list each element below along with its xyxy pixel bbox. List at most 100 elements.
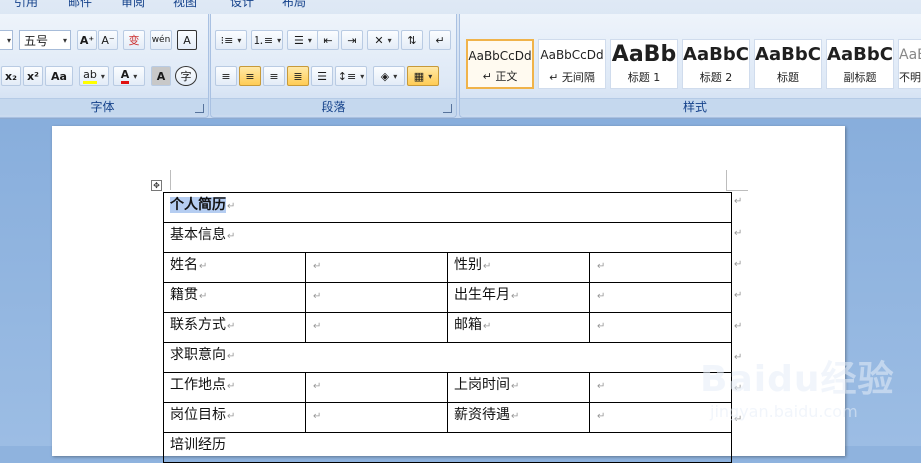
row-end-mark: ↵ bbox=[734, 259, 743, 270]
align-right-icon: ≡ bbox=[269, 69, 279, 83]
tab-design[interactable]: 设计 bbox=[230, 0, 254, 10]
chinese-layout-button[interactable]: ✕ ▾ bbox=[367, 30, 399, 50]
table-cell[interactable]: 工作地点↵ bbox=[163, 372, 306, 403]
table-cell[interactable]: 姓名↵ bbox=[163, 252, 306, 283]
style-heading-1[interactable]: AaBb 标题 1 bbox=[610, 39, 678, 89]
paragraph-mark: ↵ bbox=[227, 381, 236, 392]
shrink-font-button[interactable]: A⁻ bbox=[98, 30, 118, 50]
style-title[interactable]: AaBbC 标题 bbox=[754, 39, 822, 89]
style-normal[interactable]: AaBbCcDd ↵ 正文 bbox=[466, 39, 534, 89]
table-cell[interactable]: 求职意向↵ bbox=[163, 342, 732, 373]
table-cell[interactable]: ↵ bbox=[305, 282, 448, 313]
table-cell[interactable]: ↵ bbox=[589, 282, 732, 313]
table-cell-title[interactable]: 个人简历↵ bbox=[163, 192, 732, 223]
table-cell[interactable]: 出生年月↵ bbox=[447, 282, 590, 313]
style-sample: AaBbC bbox=[755, 44, 821, 65]
highlight-color-button[interactable]: ab ▾ bbox=[79, 66, 109, 86]
font-dialog-launcher[interactable] bbox=[195, 104, 204, 113]
bullets-button[interactable]: ⁝≡ ▾ bbox=[215, 30, 247, 50]
style-name: ↵ 正文 bbox=[482, 70, 518, 83]
line-spacing-button[interactable]: ↕≡ ▾ bbox=[335, 66, 367, 86]
styles-group: AaBbCcDd ↵ 正文 AaBbCcDd ↵ 无间隔 AaBb 标题 1 A… bbox=[459, 14, 921, 118]
label-contact: 联系方式 bbox=[170, 317, 226, 333]
show-marks-button[interactable]: ↵ bbox=[429, 30, 451, 50]
table-cell[interactable]: ↵ bbox=[305, 252, 448, 283]
decrease-indent-button[interactable]: ⇤ bbox=[317, 30, 339, 50]
increase-indent-icon: ⇥ bbox=[347, 33, 357, 47]
paragraph-group-label: 段落 bbox=[211, 98, 456, 115]
align-center-button[interactable]: ≡ bbox=[239, 66, 261, 86]
table-cell[interactable]: 薪资待遇↵ bbox=[447, 402, 590, 433]
table-cell[interactable]: 籍贯↵ bbox=[163, 282, 306, 313]
subscript-button[interactable]: x₂ bbox=[1, 66, 21, 86]
style-no-spacing[interactable]: AaBbCcDd ↵ 无间隔 bbox=[538, 39, 606, 89]
paragraph-mark: ↵ bbox=[313, 321, 322, 332]
tab-mailings[interactable]: 邮件 bbox=[68, 0, 92, 10]
align-right-button[interactable]: ≡ bbox=[263, 66, 285, 86]
change-case-button[interactable]: Aa bbox=[45, 66, 73, 86]
align-left-button[interactable]: ≡ bbox=[215, 66, 237, 86]
table-cell[interactable]: ↵ bbox=[305, 312, 448, 343]
numbering-button[interactable]: ⒈≡ ▾ bbox=[251, 30, 283, 50]
justify-button[interactable]: ≣ bbox=[287, 66, 309, 86]
table-cell[interactable]: ↵ bbox=[589, 312, 732, 343]
table-row: 求职意向↵ bbox=[163, 342, 732, 373]
style-subtitle[interactable]: AaBbC 副标题 bbox=[826, 39, 894, 89]
phonetic-guide-button[interactable]: wén bbox=[150, 30, 172, 50]
table-cell[interactable]: 联系方式↵ bbox=[163, 312, 306, 343]
multilevel-list-button[interactable]: ☰ ▾ bbox=[287, 30, 319, 50]
paragraph-dialog-launcher[interactable] bbox=[443, 104, 452, 113]
tab-view[interactable]: 视图 bbox=[173, 0, 197, 10]
paragraph-mark: ↵ bbox=[597, 261, 606, 272]
tab-layout[interactable]: 布局 bbox=[282, 0, 306, 10]
enclose-characters-button[interactable]: 字 bbox=[175, 66, 197, 86]
table-move-handle[interactable]: ✥ bbox=[151, 180, 162, 191]
grow-font-button[interactable]: A⁺ bbox=[77, 30, 97, 50]
superscript-button[interactable]: x² bbox=[23, 66, 43, 86]
borders-icon: ▦ bbox=[413, 69, 425, 83]
sort-button[interactable]: ⇅ bbox=[401, 30, 423, 50]
paragraph-mark: ↵ bbox=[511, 381, 520, 392]
align-left-icon: ≡ bbox=[221, 69, 231, 83]
table-cell[interactable]: 基本信息↵ bbox=[163, 222, 732, 253]
table-cell[interactable]: ↵ bbox=[305, 402, 448, 433]
table-cell[interactable]: ↵ bbox=[305, 372, 448, 403]
numbering-icon: ⒈≡ bbox=[252, 34, 274, 47]
font-color-button[interactable]: A ▾ bbox=[113, 66, 145, 86]
margin-mark bbox=[726, 190, 748, 191]
clear-format-button[interactable]: 变 bbox=[123, 30, 145, 50]
character-border-button[interactable]: A bbox=[177, 30, 197, 50]
paragraph-mark: ↵ bbox=[227, 411, 236, 422]
font-name-dropdown[interactable]: ▾ bbox=[0, 30, 13, 50]
style-sample: AaBb bbox=[899, 47, 921, 63]
justify-icon: ≣ bbox=[293, 69, 303, 83]
tab-review[interactable]: 审阅 bbox=[121, 0, 145, 10]
sort-icon: ⇅ bbox=[407, 33, 417, 47]
paragraph-mark: ↵ bbox=[313, 381, 322, 392]
character-shading-button[interactable]: A bbox=[151, 66, 171, 86]
label-salary: 薪资待遇 bbox=[454, 407, 510, 423]
style-subtle[interactable]: AaBb 不明 bbox=[898, 39, 921, 89]
table-cell[interactable]: ↵ bbox=[589, 252, 732, 283]
paint-bucket-icon: ◈ bbox=[380, 69, 390, 83]
font-size-dropdown[interactable]: 五号 ▾ bbox=[19, 30, 71, 50]
shading-button[interactable]: ◈ ▾ bbox=[373, 66, 405, 86]
ribbon-tabs: 引用 邮件 审阅 视图 设计 布局 bbox=[0, 0, 921, 10]
table-cell[interactable]: 上岗时间↵ bbox=[447, 372, 590, 403]
watermark-url: jingyan.baidu.com bbox=[710, 402, 858, 421]
style-heading-2[interactable]: AaBbC 标题 2 bbox=[682, 39, 750, 89]
decrease-indent-icon: ⇤ bbox=[323, 33, 333, 47]
table-cell[interactable]: 培训经历 bbox=[163, 432, 732, 463]
increase-indent-button[interactable]: ⇥ bbox=[341, 30, 363, 50]
chinese-layout-icon: ✕ bbox=[374, 33, 384, 47]
style-name: 标题 bbox=[777, 71, 799, 84]
table-cell[interactable]: 性别↵ bbox=[447, 252, 590, 283]
table-cell[interactable]: 岗位目标↵ bbox=[163, 402, 306, 433]
resume-table[interactable]: 个人简历↵ 基本信息↵ 姓名↵ ↵ 性别↵ ↵ 籍贯↵ ↵ 出生年月↵ ↵ 联系… bbox=[163, 192, 732, 463]
section-education: 培训经历 bbox=[170, 437, 226, 453]
distributed-button[interactable]: ☰ bbox=[311, 66, 333, 86]
table-cell[interactable]: 邮箱↵ bbox=[447, 312, 590, 343]
borders-button[interactable]: ▦ ▾ bbox=[407, 66, 439, 86]
font-group-label: 字体 bbox=[0, 98, 208, 115]
tab-references[interactable]: 引用 bbox=[14, 0, 38, 10]
